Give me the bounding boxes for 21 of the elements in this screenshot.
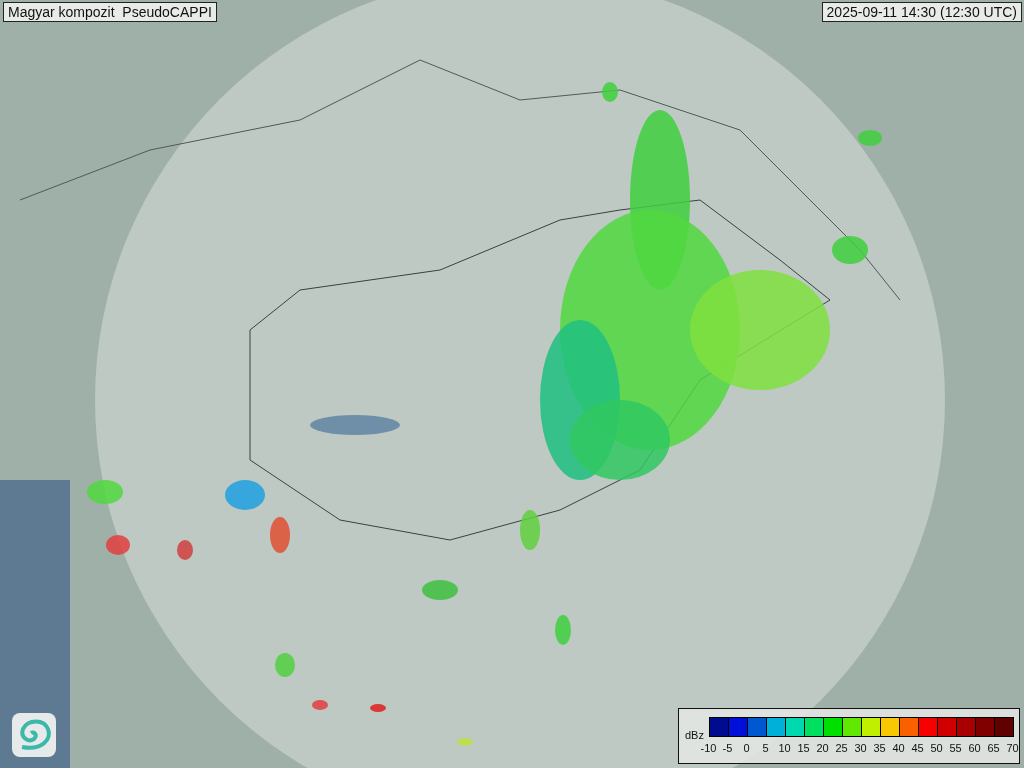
legend-tick-label: 40: [891, 742, 906, 754]
legend-tick-label: 45: [910, 742, 925, 754]
legend-tick-label: 70: [1005, 742, 1020, 754]
legend-tick-label: -5: [721, 742, 734, 754]
legend-tick-label: -10: [699, 742, 718, 754]
legend-tick-label: 5: [761, 742, 770, 754]
legend-tick-label: 60: [967, 742, 982, 754]
legend-unit: dBz: [685, 729, 704, 741]
legend-tick-label: 65: [986, 742, 1001, 754]
legend-tick-label: 30: [853, 742, 868, 754]
legend-tick-label: 50: [929, 742, 944, 754]
map-title: Magyar kompozit PseudoCAPPI: [3, 2, 217, 22]
legend-tick-label: 35: [872, 742, 887, 754]
legend-tick-label: 20: [815, 742, 830, 754]
legend-tick-label: 10: [777, 742, 792, 754]
legend-tick-label: 25: [834, 742, 849, 754]
legend-tick-label: 15: [796, 742, 811, 754]
legend-tick-label: 55: [948, 742, 963, 754]
timestamp: 2025-09-11 14:30 (12:30 UTC): [821, 2, 1022, 22]
legend-tick-label: 0: [742, 742, 751, 754]
spiral-logo-icon: [12, 713, 56, 757]
